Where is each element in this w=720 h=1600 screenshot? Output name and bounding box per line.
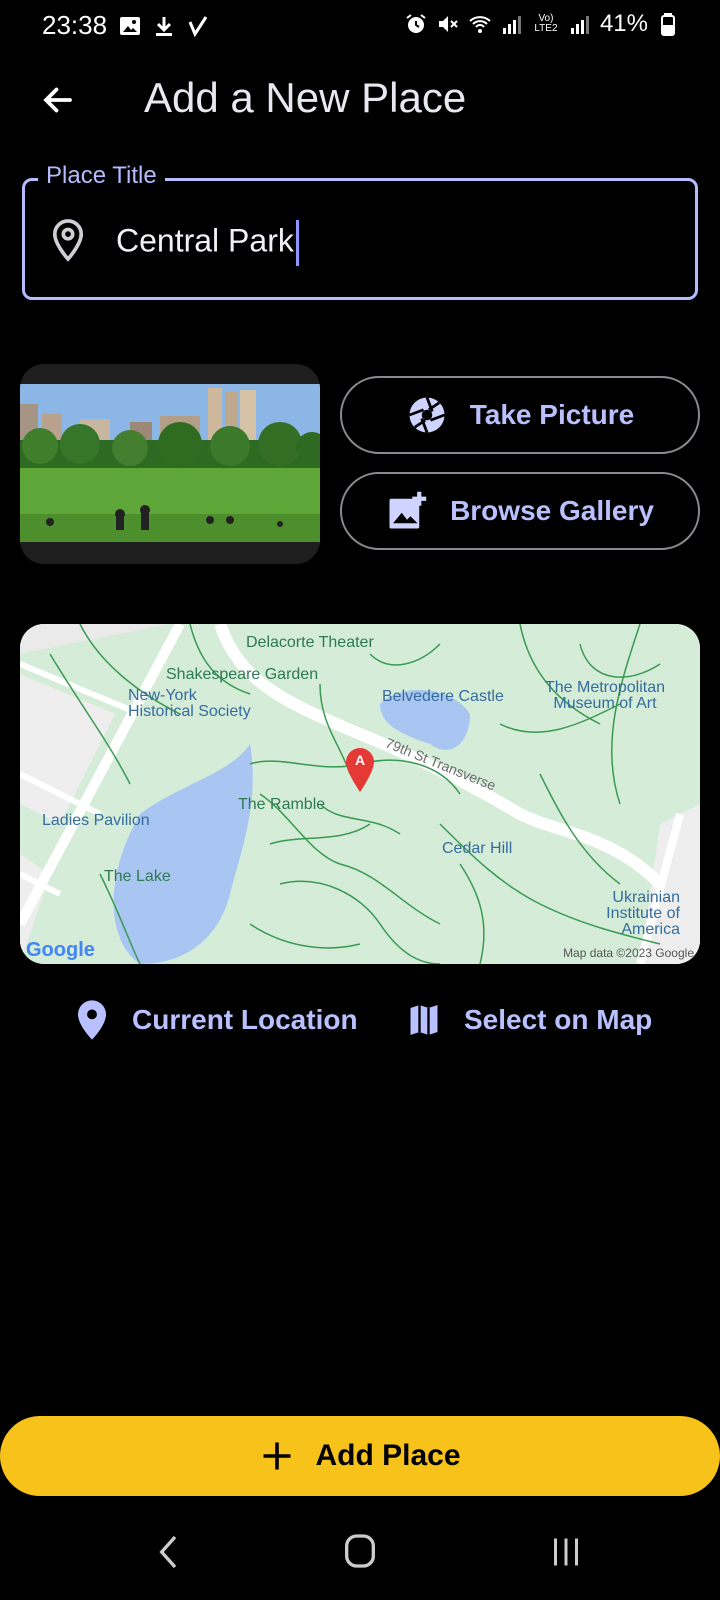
map-label-cedar: Cedar Hill [442, 840, 513, 857]
map-label-nyhs: New-York Historical Society [128, 687, 251, 720]
add-place-button[interactable]: Add Place [0, 1416, 720, 1496]
plus-icon [263, 1442, 291, 1470]
select-on-map-button[interactable]: Select on Map [406, 990, 652, 1050]
map-label-lake: The Lake [104, 868, 171, 885]
mute-icon [438, 16, 458, 32]
map-icon [410, 1005, 438, 1035]
image-icon [120, 17, 140, 35]
nav-recents-icon[interactable] [546, 1534, 586, 1570]
camera-shutter-icon [408, 397, 445, 433]
current-location-button[interactable]: Current Location [74, 990, 358, 1050]
image-preview [20, 364, 320, 564]
battery-percent: 41% [599, 10, 648, 37]
map-label-ladies: Ladies Pavilion [42, 812, 150, 829]
map-label-delacorte: Delacorte Theater [246, 634, 374, 651]
status-time: 23:38 [42, 10, 108, 40]
map-label-ukrainian: Ukrainian Institute of America [606, 889, 680, 938]
map-attribution: Map data ©2023 Google [563, 946, 694, 960]
text-caret [295, 220, 299, 266]
map-marker-letter: A [354, 752, 366, 768]
nav-back-icon[interactable] [150, 1532, 190, 1572]
map-preview[interactable]: A Delacorte Theater Shakespeare Garden B… [20, 624, 700, 964]
alarm-icon [406, 14, 426, 33]
browse-gallery-button[interactable]: Browse Gallery [340, 472, 700, 550]
wifi-icon [469, 16, 491, 33]
place-title-label: Place Title [38, 162, 165, 190]
download-icon [156, 17, 172, 36]
take-picture-button[interactable]: Take Picture [340, 376, 700, 454]
google-logo: Google [26, 939, 95, 961]
back-button[interactable] [34, 76, 82, 124]
location-pin-icon [78, 1000, 106, 1040]
add-place-label: Add Place [315, 1439, 461, 1472]
add-photo-icon [389, 491, 427, 529]
status-icons-right: Vo) LTE2 41% [404, 10, 680, 38]
current-location-label: Current Location [132, 1004, 358, 1035]
nav-home-icon[interactable] [340, 1530, 380, 1572]
location-pin-outline-icon [52, 219, 84, 262]
signal-icon [570, 16, 589, 34]
browse-gallery-label: Browse Gallery [450, 495, 654, 526]
map-label-ramble: The Ramble [238, 796, 326, 813]
check-icon [188, 16, 208, 38]
map-label-shakespeare: Shakespeare Garden [166, 666, 319, 683]
arrow-back-icon [43, 87, 72, 113]
take-picture-label: Take Picture [469, 399, 635, 430]
status-icons-left [118, 14, 210, 38]
lte-label: Vo) LTE2 [534, 13, 558, 34]
central-park-photo [20, 384, 320, 564]
map-label-met: The Metropolitan Museum of Art [544, 679, 666, 712]
select-on-map-label: Select on Map [464, 1004, 653, 1035]
status-bar: 23:38 Vo) LTE2 41% [0, 0, 720, 52]
map-label-belvedere: Belvedere Castle [382, 688, 504, 705]
place-title-value: Central Park [116, 222, 294, 259]
signal-icon [502, 16, 521, 34]
battery-icon [661, 13, 675, 36]
page-title: Add a New Place [144, 74, 467, 121]
place-title-input[interactable]: Central Park [116, 220, 299, 266]
